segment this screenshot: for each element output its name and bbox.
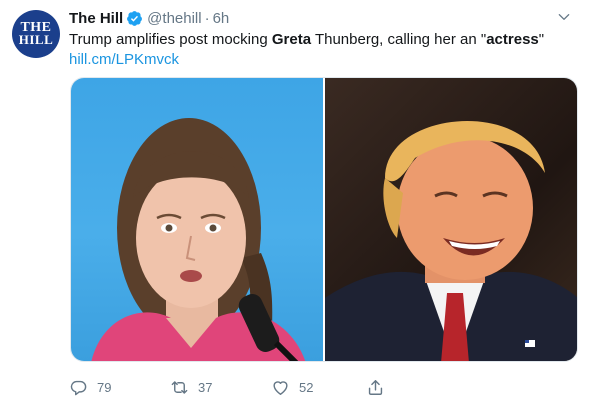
photo-right[interactable]	[325, 78, 577, 361]
share-button[interactable]	[366, 376, 385, 398]
retweet-icon	[171, 380, 188, 394]
reply-count: 79	[97, 379, 112, 395]
avatar-text-bottom: HILL	[18, 32, 54, 48]
tweet-text-bold-actress: actress	[486, 31, 539, 48]
reply-button[interactable]: 79	[69, 376, 111, 398]
timestamp[interactable]: 6h	[213, 10, 230, 27]
share-icon	[368, 379, 383, 395]
reply-icon	[70, 380, 87, 395]
like-button[interactable]: 52	[271, 376, 313, 398]
tweet-actions: 79 37 52	[69, 376, 489, 398]
verified-badge-icon	[126, 10, 143, 27]
tweet-text-part1: Trump amplifies post mocking	[69, 31, 272, 48]
like-count: 52	[299, 379, 314, 395]
tweet-header: The Hill @thehill · 6h	[69, 8, 229, 28]
media-attachment[interactable]	[70, 77, 578, 362]
tweet[interactable]: THE HILL The Hill @thehill · 6h Trump am…	[0, 0, 589, 410]
handle[interactable]: @thehill	[147, 10, 201, 27]
photo-man-illustration	[325, 120, 577, 361]
tweet-link[interactable]: hill.cm/LPKmvck	[69, 50, 179, 70]
tweet-text-part2: Thunberg, calling her an "	[311, 31, 487, 48]
photo-left[interactable]	[71, 78, 323, 361]
tweet-text: Trump amplifies post mocking Greta Thunb…	[69, 30, 569, 50]
like-icon	[273, 380, 288, 395]
separator: ·	[204, 9, 210, 27]
display-name[interactable]: The Hill	[69, 10, 123, 27]
retweet-button[interactable]: 37	[170, 376, 212, 398]
retweet-count: 37	[198, 379, 213, 395]
tweet-text-bold-greta: Greta	[271, 31, 312, 48]
chevron-down-icon[interactable]	[555, 8, 573, 26]
tweet-text-part3: "	[538, 31, 545, 48]
photo-girl-illustration	[91, 118, 306, 361]
avatar[interactable]: THE HILL	[12, 10, 60, 58]
